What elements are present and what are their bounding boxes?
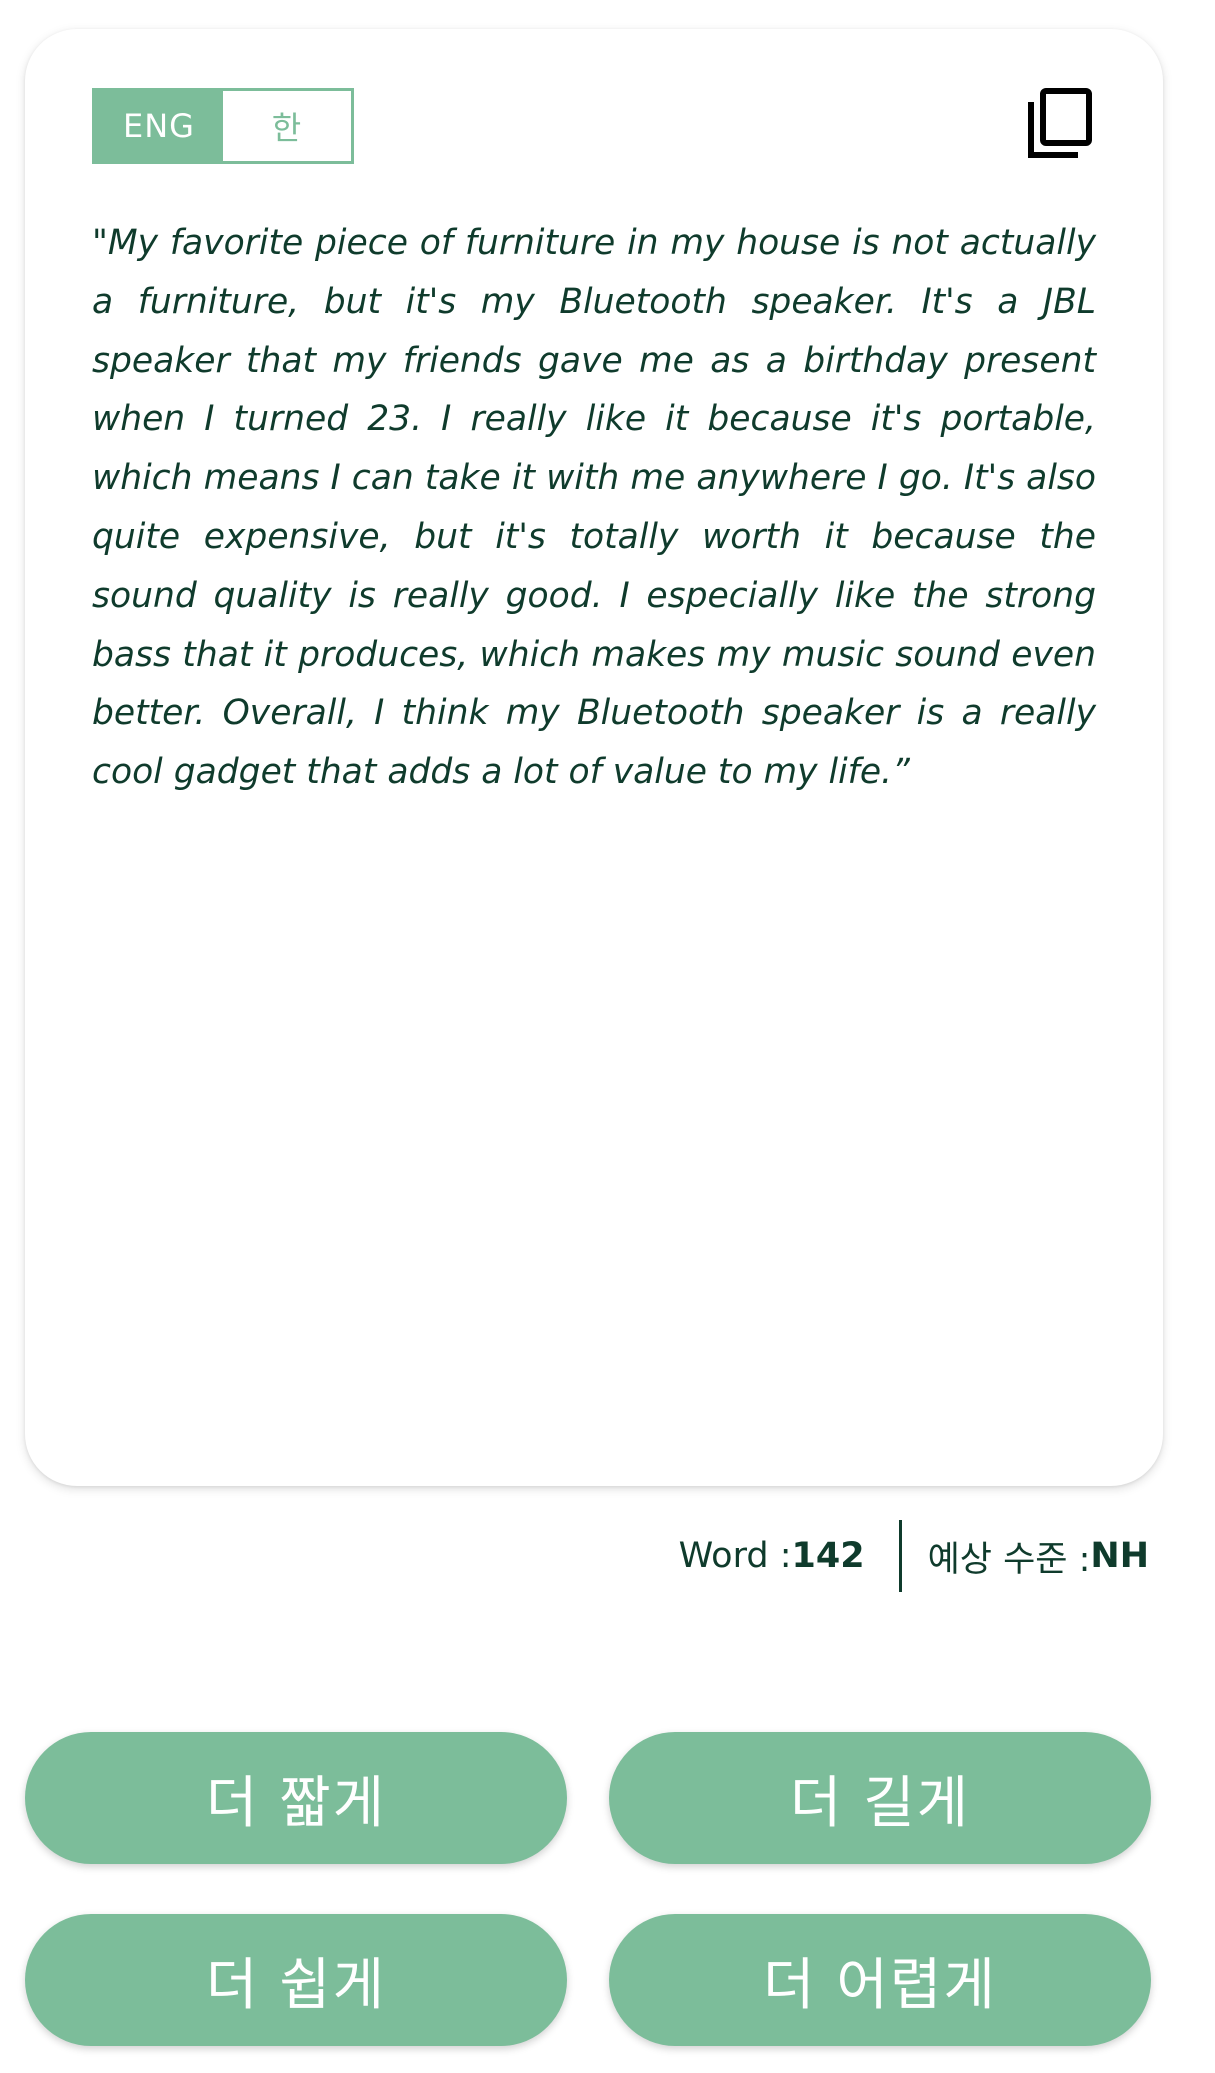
language-option-korean[interactable]: 한 [223, 91, 351, 161]
stats-divider [898, 1520, 902, 1592]
level-value: NH [1090, 1536, 1149, 1576]
make-harder-button[interactable]: 더 어렵게 [609, 1914, 1151, 2046]
make-easier-button[interactable]: 더 쉽게 [25, 1914, 567, 2046]
make-longer-button[interactable]: 더 길게 [609, 1732, 1151, 1864]
language-option-english[interactable]: ENG [95, 91, 223, 161]
word-count-label: Word : [678, 1536, 792, 1576]
level-label: 예상 수준 : [927, 1539, 1091, 1580]
passage-card: ENG 한 "My favorite piece of furniture in… [25, 29, 1163, 1486]
copy-icon [1028, 88, 1092, 158]
make-shorter-button[interactable]: 더 짧게 [25, 1732, 567, 1864]
language-toggle: ENG 한 [92, 88, 354, 164]
passage-text: "My favorite piece of furniture in my ho… [92, 223, 1096, 793]
word-count-value: 142 [791, 1536, 865, 1576]
copy-button[interactable] [1025, 85, 1095, 161]
stats-bar: Word : 142 예상 수준 : NH [679, 1520, 1149, 1592]
